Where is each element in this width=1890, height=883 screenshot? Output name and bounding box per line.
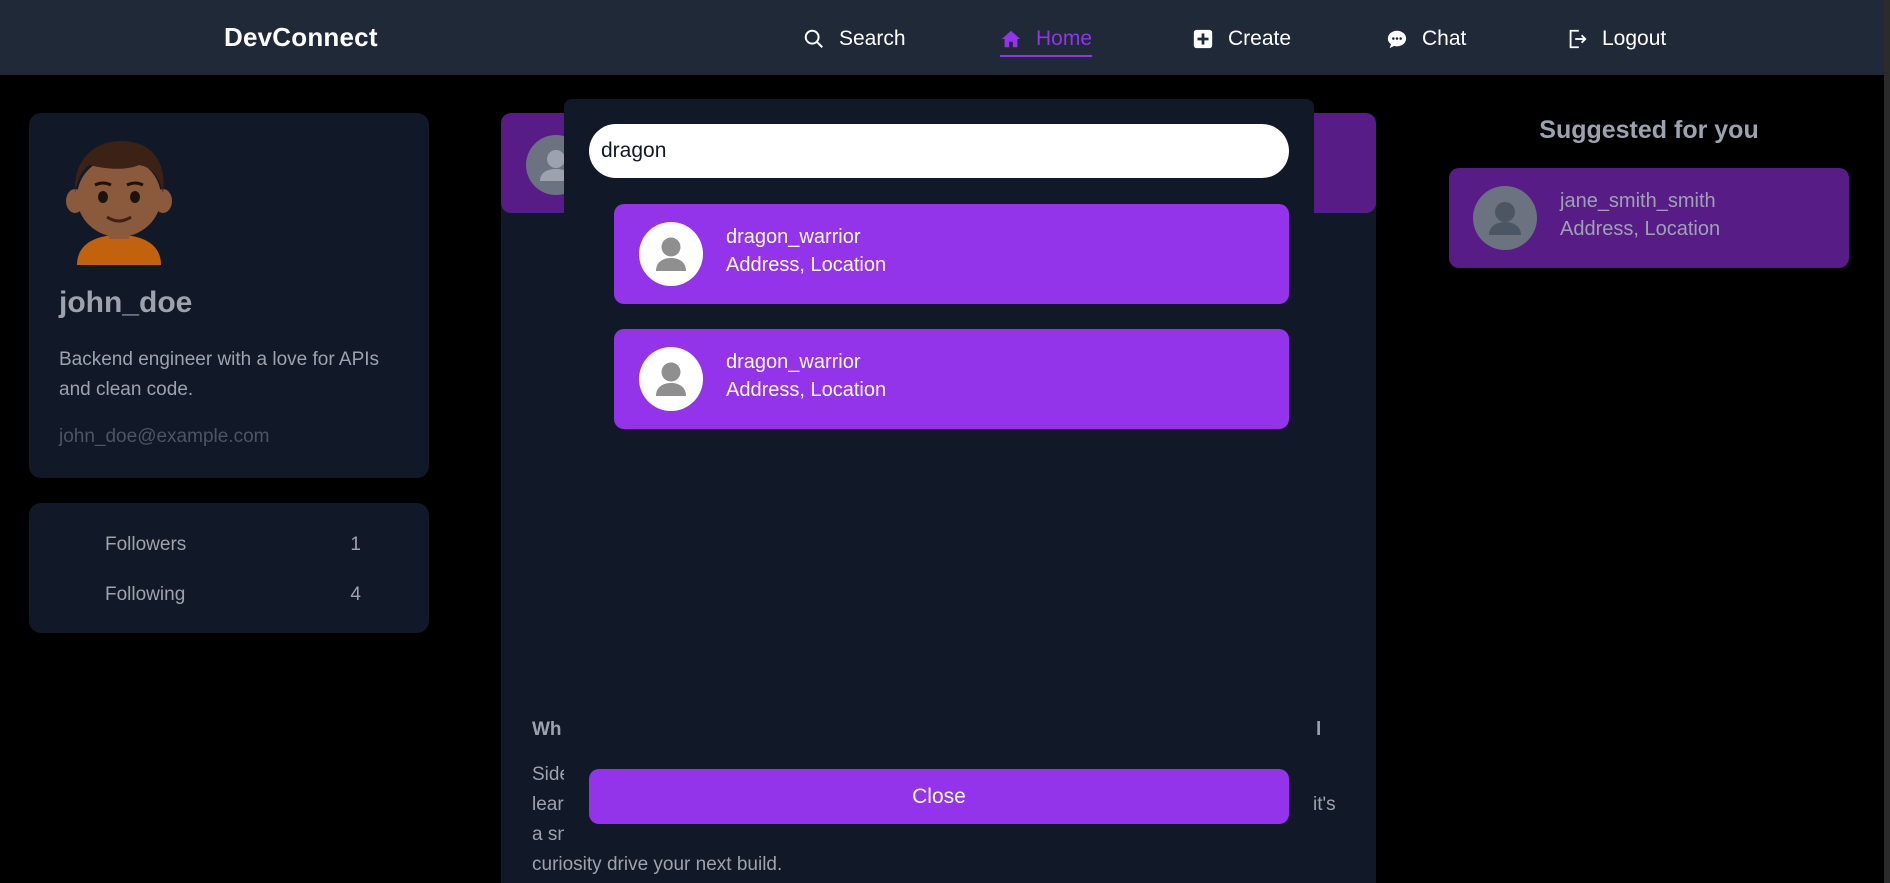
result-username: dragon_warrior (726, 226, 861, 248)
brand-logo[interactable]: DevConnect (224, 22, 378, 53)
suggested-location: Address, Location (1560, 218, 1721, 240)
home-icon (1000, 28, 1022, 50)
nav-logout-label: Logout (1602, 27, 1667, 50)
suggested-title: Suggested for you (1539, 116, 1759, 144)
profile-email: john_doe@example.com (59, 426, 270, 447)
post-title-end: l (1316, 719, 1322, 740)
stat-value: 1 (350, 534, 361, 555)
user-avatar-icon (639, 347, 703, 411)
profile-bio: Backend engineer with a love for APIs an… (59, 349, 380, 400)
nav-active-underline (1000, 55, 1093, 57)
result-username: dragon_warrior (726, 351, 861, 373)
avatar[interactable] (59, 135, 179, 265)
search-input[interactable] (589, 124, 1289, 178)
logout-icon (1566, 28, 1588, 50)
post-body-fragment: it's (1313, 794, 1336, 815)
user-avatar-icon (639, 222, 703, 286)
stat-label: Followers (105, 534, 187, 555)
close-button[interactable]: Close (589, 769, 1289, 824)
scrollbar[interactable] (1884, 0, 1890, 883)
stat-followers[interactable]: Followers 1 (105, 534, 361, 556)
search-modal: dragon_warrior Address, Location dragon_… (564, 99, 1314, 849)
nav-home[interactable]: Home (1000, 24, 1093, 57)
navbar: DevConnect Search Home Create Chat Logou… (0, 0, 1890, 75)
nav-create-label: Create (1228, 27, 1292, 50)
stat-value: 4 (350, 584, 361, 605)
suggested-user-card[interactable]: jane_smith_smith Address, Location (1449, 168, 1849, 268)
nav-search-label: Search (839, 27, 906, 50)
avatar (1473, 186, 1537, 250)
post-title: Wh (532, 719, 562, 740)
profile-username: john_doe (59, 286, 193, 319)
search-result-item[interactable]: dragon_warrior Address, Location (614, 204, 1289, 304)
chat-bubble-icon (1386, 28, 1408, 50)
nav-chat[interactable]: Chat (1386, 24, 1466, 54)
stats-card: Followers 1 Following 4 (29, 503, 429, 633)
plus-square-icon (1192, 28, 1214, 50)
nav-search[interactable]: Search (803, 24, 906, 54)
stat-following[interactable]: Following 4 (105, 584, 361, 606)
search-icon (803, 28, 825, 50)
profile-card: john_doe Backend engineer with a love fo… (29, 113, 429, 478)
result-location: Address, Location (726, 254, 887, 276)
result-location: Address, Location (726, 379, 887, 401)
nav-home-label: Home (1036, 27, 1093, 50)
stat-label: Following (105, 584, 186, 605)
search-result-item[interactable]: dragon_warrior Address, Location (614, 329, 1289, 429)
suggested-username: jane_smith_smith (1560, 190, 1716, 212)
post-body-line: curiosity drive your next build. (532, 854, 783, 875)
nav-chat-label: Chat (1422, 27, 1467, 50)
nav-logout[interactable]: Logout (1566, 24, 1666, 54)
nav-create[interactable]: Create (1192, 24, 1291, 54)
